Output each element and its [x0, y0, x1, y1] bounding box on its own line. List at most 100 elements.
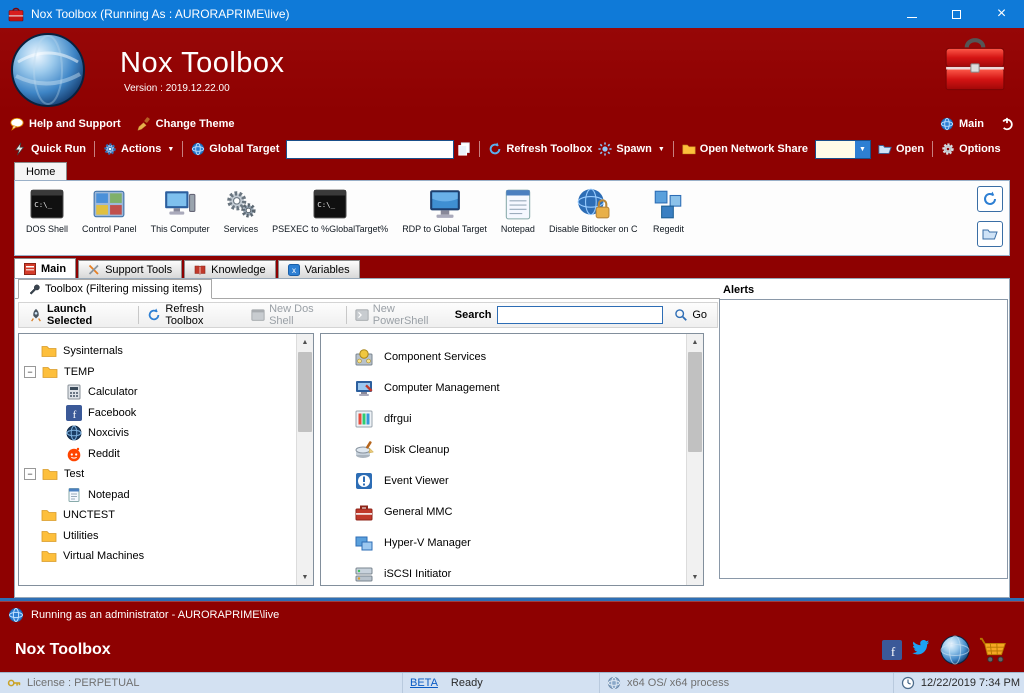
tab-main[interactable]: Main [14, 258, 77, 278]
spawn-dropdown[interactable]: Spawn ▼ [598, 142, 665, 156]
tree-item-notepad[interactable]: Notepad [19, 485, 313, 506]
header-banner: Nox Toolbox Version : 2019.12.22.00 [0, 28, 1024, 112]
facebook-icon[interactable]: f [882, 640, 902, 660]
main-content: Toolbox (Filtering missing items) Launch… [14, 278, 1010, 598]
defrag-icon [354, 409, 374, 429]
svg-text:C:\_: C:\_ [34, 200, 52, 209]
quick-item-this-computer[interactable]: This Computer [144, 186, 217, 235]
minimize-button[interactable] [889, 0, 934, 28]
beta-link[interactable]: BETA [410, 677, 438, 689]
tree-item-virtual-machines[interactable]: Virtual Machines [19, 546, 313, 567]
refresh-toolbox-inner-button[interactable]: Refresh Toolbox [147, 303, 241, 327]
network-share-combobox[interactable]: ▼ [814, 139, 871, 159]
globe-icon [607, 676, 621, 690]
power-button[interactable] [1000, 117, 1014, 131]
close-button[interactable]: × [979, 0, 1024, 28]
maximize-button[interactable] [934, 0, 979, 28]
go-button[interactable]: Go [674, 308, 707, 322]
tree-item-reddit[interactable]: Reddit [19, 444, 313, 465]
list-item-general-mmc[interactable]: General MMC [321, 496, 703, 527]
tree-item-temp[interactable]: − TEMP [19, 362, 313, 383]
quick-item-psexec[interactable]: C:\_ PSEXEC to %GlobalTarget% [265, 186, 395, 235]
refresh-icon [982, 191, 998, 207]
actions-gear-icon [103, 142, 117, 156]
dark-wrench-icon [28, 283, 40, 295]
list-item-hyperv-manager[interactable]: Hyper-V Manager [321, 527, 703, 558]
tree-item-noxcivis[interactable]: Noxcivis [19, 423, 313, 444]
control-panel-icon [92, 187, 126, 221]
list-item-disk-cleanup[interactable]: Disk Cleanup [321, 434, 703, 465]
folder-icon [41, 507, 57, 523]
panel-open-folder-button[interactable] [977, 221, 1003, 247]
tab-toolbox-filtering[interactable]: Toolbox (Filtering missing items) [18, 279, 213, 299]
quick-item-notepad[interactable]: Notepad [494, 186, 542, 235]
website-globe-icon[interactable] [940, 635, 970, 665]
copy-button[interactable] [457, 142, 471, 156]
tree-item-sysinternals[interactable]: Sysinternals [19, 341, 313, 362]
tree-item-calculator[interactable]: Calculator [19, 382, 313, 403]
globe-icon [191, 142, 205, 156]
global-target-input[interactable] [286, 139, 455, 159]
tab-variables[interactable]: x Variables [277, 260, 360, 278]
tab-support-tools[interactable]: Support Tools [78, 260, 183, 278]
tree-scrollbar[interactable]: ▲ ▼ [296, 334, 313, 585]
globe-logo [10, 32, 86, 108]
scroll-up-icon[interactable]: ▲ [687, 334, 703, 350]
list-scrollbar[interactable]: ▲ ▼ [686, 334, 703, 585]
chevron-down-icon: ▼ [657, 145, 665, 153]
power-icon [1000, 117, 1014, 131]
scrollbar-thumb[interactable] [688, 352, 702, 452]
quick-item-disable-bitlocker[interactable]: Disable Bitlocker on C [542, 186, 645, 235]
new-powershell-button[interactable]: New PowerShell [355, 303, 450, 327]
options-button[interactable]: Options [941, 142, 1001, 156]
scroll-down-icon[interactable]: ▼ [687, 569, 703, 585]
scrollbar-thumb[interactable] [298, 352, 312, 432]
quick-item-regedit[interactable]: Regedit [644, 186, 692, 235]
book-icon [194, 264, 206, 276]
list-item-component-services[interactable]: Component Services [321, 341, 703, 372]
notepad-icon [66, 487, 82, 503]
speech-bubble-icon [10, 117, 24, 131]
scroll-up-icon[interactable]: ▲ [297, 334, 313, 350]
quick-run-button[interactable]: Quick Run [13, 142, 86, 156]
cubes-icon [651, 187, 685, 221]
list-item-iscsi-initiator[interactable]: iSCSI Initiator [321, 558, 703, 585]
refresh-icon [488, 142, 502, 156]
notepad-icon [501, 187, 535, 221]
quick-item-services[interactable]: Services [217, 186, 266, 235]
list-item-dfrgui[interactable]: dfrgui [321, 403, 703, 434]
change-theme-button[interactable]: Change Theme [137, 117, 235, 131]
launch-selected-button[interactable]: Launch Selected [29, 303, 130, 327]
quick-item-dos-shell[interactable]: C:\_ DOS Shell [19, 186, 75, 235]
store-cart-icon[interactable] [979, 635, 1009, 665]
collapse-icon[interactable]: − [24, 468, 36, 481]
tab-home[interactable]: Home [14, 162, 68, 180]
global-target-label: Global Target [191, 142, 279, 156]
svg-text:C:\_: C:\_ [317, 200, 335, 209]
twitter-icon[interactable] [911, 640, 931, 660]
combo-dropdown-icon[interactable]: ▼ [854, 140, 870, 158]
list-item-computer-management[interactable]: Computer Management [321, 372, 703, 403]
tree-item-unctest[interactable]: UNCTEST [19, 505, 313, 526]
main-menu-button[interactable]: Main [940, 117, 984, 131]
menu-bar: Help and Support Change Theme Main [0, 112, 1024, 136]
hyperv-icon [354, 533, 374, 553]
quick-item-control-panel[interactable]: Control Panel [75, 186, 144, 235]
new-dos-shell-button[interactable]: New Dos Shell [251, 303, 338, 327]
open-button[interactable]: Open [878, 142, 924, 156]
tree-item-facebook[interactable]: f Facebook [19, 403, 313, 424]
gear-icon [941, 142, 955, 156]
actions-dropdown[interactable]: Actions ▼ [103, 142, 174, 156]
collapse-icon[interactable]: − [24, 365, 36, 378]
search-input[interactable] [497, 306, 664, 324]
wrench-icon [88, 264, 100, 276]
refresh-toolbox-button[interactable]: Refresh Toolbox [488, 142, 592, 156]
quick-item-rdp[interactable]: RDP to Global Target [395, 186, 494, 235]
tree-item-utilities[interactable]: Utilities [19, 526, 313, 547]
tree-item-test[interactable]: − Test [19, 464, 313, 485]
panel-refresh-button[interactable] [977, 186, 1003, 212]
tab-knowledge[interactable]: Knowledge [184, 260, 276, 278]
help-and-support-button[interactable]: Help and Support [10, 117, 121, 131]
list-item-event-viewer[interactable]: Event Viewer [321, 465, 703, 496]
scroll-down-icon[interactable]: ▼ [297, 569, 313, 585]
